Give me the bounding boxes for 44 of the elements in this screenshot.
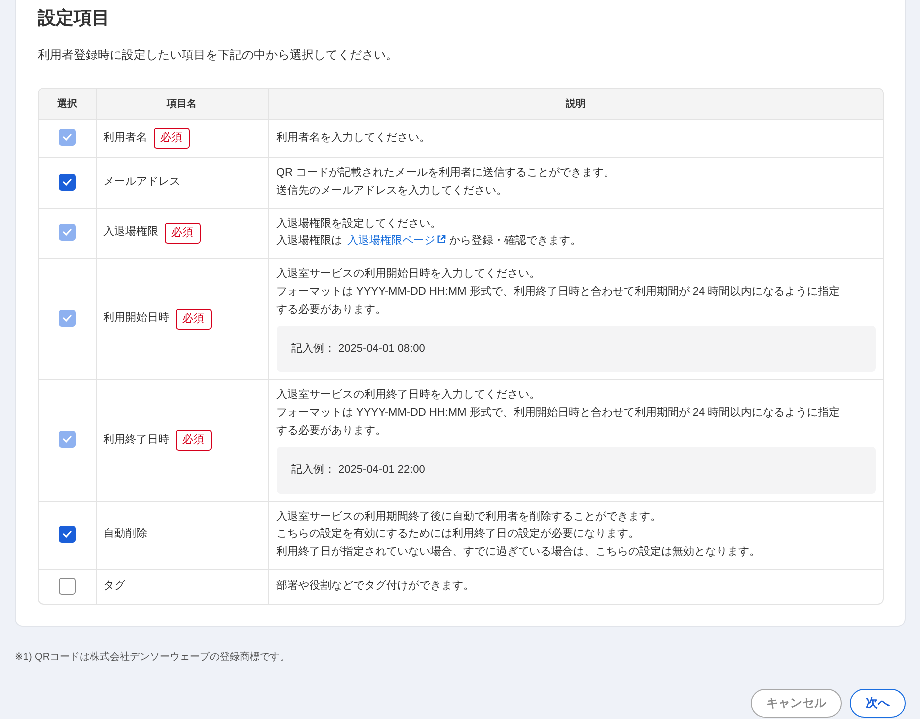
checkbox[interactable] — [58, 578, 76, 595]
description-text: 入退場権限は 入退場権限ページ から登録・確認できます。 — [276, 234, 582, 250]
description-text: フォーマットは YYYY-MM-DD HH:MM 形式で、利用終了日時と合わせて利用期間が 24 時間以内になるように指定する必要があります。 — [276, 284, 842, 318]
next-button[interactable]: 次へ — [850, 688, 906, 718]
page-description: 利用者登録時に設定したい項目を下記の中から選択してください。 — [38, 47, 398, 64]
description-text: 入退室サービスの利用期間終了後に自動で利用者を削除することができます。 — [276, 510, 662, 525]
external-link-icon — [436, 235, 446, 244]
description-text: QR コードが記載されたメールを利用者に送信することができます。 — [276, 166, 616, 181]
item-name: 自動削除 — [104, 527, 148, 542]
description-text: 入退場権限を設定してください。 — [276, 216, 442, 232]
description-text: 送信先のメールアドレスを入力してください。 — [276, 184, 508, 199]
column-header: 項目名 — [96, 89, 268, 120]
checkbox[interactable] — [58, 526, 76, 544]
checkbox[interactable] — [58, 174, 76, 191]
required-badge: 必須 — [176, 308, 212, 330]
description-text: 入退室サービスの利用終了日時を入力してください。 — [276, 388, 542, 404]
required-badge: 必須 — [176, 430, 212, 451]
check-icon — [62, 178, 72, 186]
check-icon — [62, 134, 72, 142]
description-text: 部署や役割などでタグ付けができます。 — [276, 578, 476, 594]
item-name: 利用終了日時 — [104, 432, 170, 448]
item-name: メールアドレス — [104, 174, 180, 190]
page-title: 設定項目 — [38, 7, 110, 30]
description-text: 入退室サービスの利用開始日時を入力してください。 — [276, 266, 542, 282]
footnote-text: ※1) QRコードは株式会社デンソーウェーブの登録商標です。 — [15, 650, 290, 665]
description-text: こちらの設定を有効にするためには利用終了日の設定が必要になります。 — [276, 526, 640, 542]
required-badge: 必須 — [164, 222, 200, 244]
check-icon — [62, 436, 72, 444]
item-name: 入退場権限 — [104, 225, 158, 240]
column-header: 選択 — [39, 89, 96, 120]
item-name: 利用開始日時 — [104, 311, 170, 326]
example-text: 記入例： 2025-04-01 08:00 — [292, 342, 426, 355]
description-text: 利用者名を入力してください。 — [276, 130, 432, 146]
item-name: 利用者名 — [104, 130, 148, 146]
check-icon — [62, 229, 72, 236]
check-icon — [62, 531, 72, 538]
item-name: タグ — [104, 578, 126, 594]
required-badge: 必須 — [154, 128, 190, 149]
description-text: フォーマットは YYYY-MM-DD HH:MM 形式で、利用開始日時と合わせて利用期間が 24 時間以内になるように指定する必要があります。 — [276, 406, 842, 439]
description-text: 利用終了日が指定されていない場合、すでに過ぎている場合は、こちらの設定は無効となります。 — [276, 544, 762, 560]
check-icon — [62, 315, 72, 322]
example-text: 記入例： 2025-04-01 22:00 — [292, 464, 426, 476]
cancel-button[interactable]: キャンセル — [751, 688, 842, 718]
column-header: 説明 — [268, 89, 883, 120]
